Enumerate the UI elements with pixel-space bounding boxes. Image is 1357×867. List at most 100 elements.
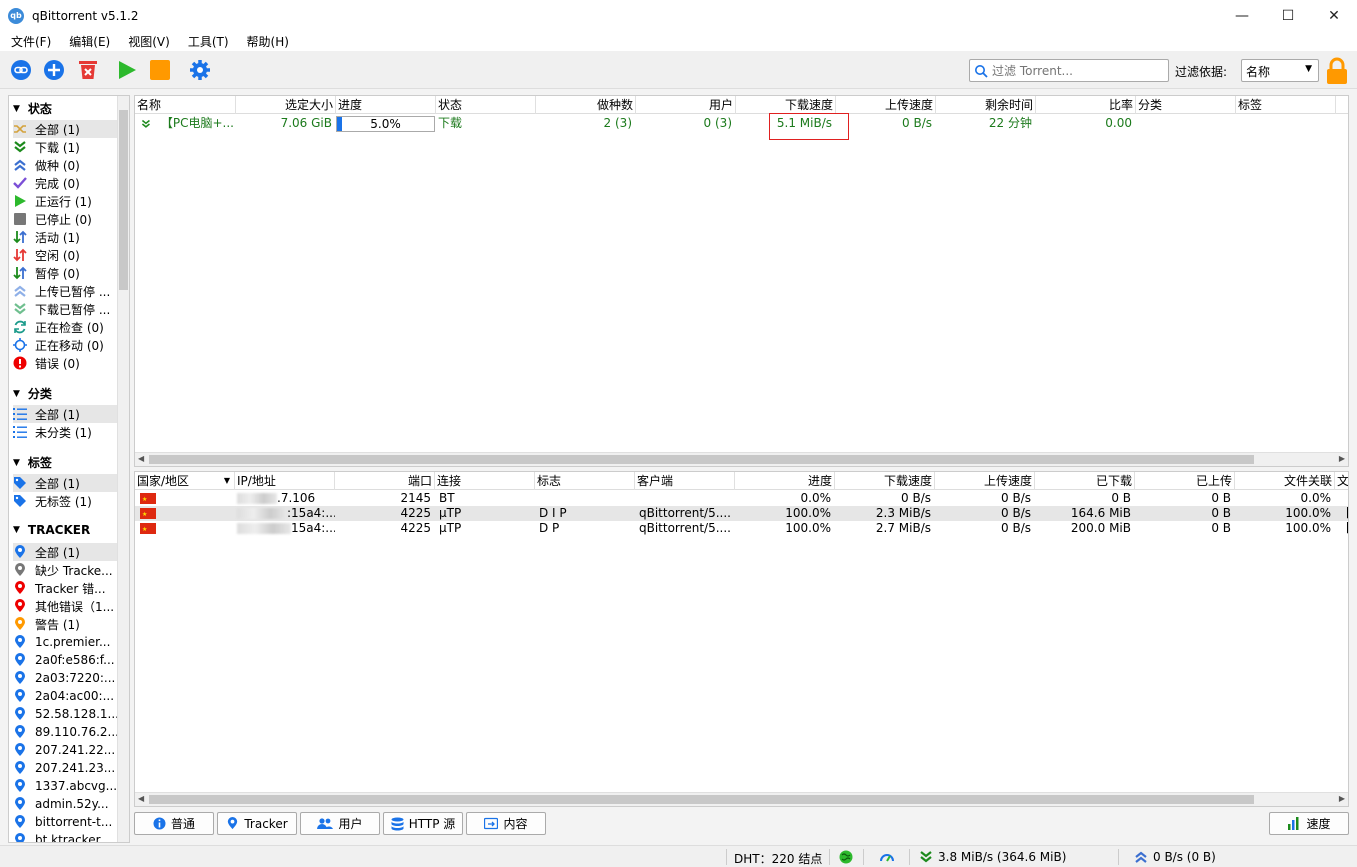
connection-status-icon[interactable]	[839, 850, 853, 864]
status-item-download-paused[interactable]: 下载已暂停 ...	[13, 300, 117, 318]
table-row[interactable]: 15a4:... 4225 µTP D P qBittorrent/5.... …	[135, 521, 1348, 536]
search-box[interactable]	[969, 59, 1169, 82]
delete-torrent-icon[interactable]	[77, 59, 99, 81]
tab-content[interactable]: 内容	[466, 812, 546, 835]
speed-button[interactable]: 速度	[1269, 812, 1349, 835]
settings-gear-icon[interactable]	[189, 59, 211, 81]
add-torrent-icon[interactable]	[43, 59, 65, 81]
status-item-seeding[interactable]: 做种 (0)	[13, 156, 117, 174]
column-header-connection[interactable]: 连接	[435, 472, 535, 490]
column-header-relevance[interactable]: 文件关联	[1235, 472, 1335, 490]
start-icon[interactable]	[116, 59, 138, 81]
tracker-item[interactable]: admin.52y...	[13, 795, 117, 813]
status-item-checking[interactable]: 正在检查 (0)	[13, 318, 117, 336]
horizontal-scrollbar[interactable]: ◀ ▶	[135, 792, 1348, 806]
status-item-all[interactable]: 全部 (1)	[13, 120, 117, 138]
tracker-item[interactable]: 89.110.76.2...	[13, 723, 117, 741]
download-speed-status[interactable]: 3.8 MiB/s (364.6 MiB)	[919, 850, 1066, 864]
scroll-left-icon[interactable]: ◀	[138, 454, 144, 463]
menu-view[interactable]: 视图(V)	[117, 33, 177, 50]
column-header-up-speed[interactable]: 上传速度	[935, 472, 1035, 490]
column-header-downloaded[interactable]: 已下载	[1035, 472, 1135, 490]
status-item-error[interactable]: 错误 (0)	[13, 354, 117, 372]
tracker-item[interactable]: Tracker 错...	[13, 579, 117, 597]
tracker-item[interactable]: 207.241.22...	[13, 741, 117, 759]
add-link-icon[interactable]	[10, 59, 32, 81]
tag-item-untagged[interactable]: 无标签 (1)	[13, 492, 117, 510]
maximize-button[interactable]: ☐	[1265, 0, 1311, 31]
status-item-moving[interactable]: 正在移动 (0)	[13, 336, 117, 354]
column-header-eta[interactable]: 剩余时间	[936, 96, 1036, 114]
lock-icon[interactable]	[1325, 57, 1349, 88]
tracker-item[interactable]: 警告 (1)	[13, 615, 117, 633]
tracker-item[interactable]: 其他错误（1...	[13, 597, 117, 615]
status-section-header[interactable]: ▼ 状态	[13, 100, 52, 117]
tracker-section-header[interactable]: ▼ TRACKER	[13, 523, 90, 537]
column-header-size[interactable]: 选定大小	[236, 96, 336, 114]
status-item-active[interactable]: 活动 (1)	[13, 228, 117, 246]
tracker-item[interactable]: 缺少 Tracke...	[13, 561, 117, 579]
tracker-item[interactable]: 2a03:7220:...	[13, 669, 117, 687]
column-header-files[interactable]: 文	[1335, 472, 1348, 490]
scroll-right-icon[interactable]: ▶	[1339, 454, 1345, 463]
table-row[interactable]: .7.106 2145 BT 0.0% 0 B/s 0 B/s 0 B 0 B …	[135, 491, 1348, 506]
category-item-uncategorized[interactable]: 未分类 (1)	[13, 423, 117, 441]
status-item-stopped[interactable]: 已停止 (0)	[13, 210, 117, 228]
menu-edit[interactable]: 编辑(E)	[58, 33, 117, 50]
sidebar-scrollbar[interactable]	[117, 96, 129, 842]
tab-http-sources[interactable]: HTTP 源	[383, 812, 463, 835]
alt-speed-icon[interactable]	[879, 850, 895, 864]
table-row[interactable]: 【PC电脑+... 7.06 GiB 5.0% 下载 2 (3) 0 (3) 5…	[135, 116, 1348, 132]
horizontal-scrollbar[interactable]: ◀ ▶	[135, 452, 1348, 466]
column-header-peers[interactable]: 用户	[636, 96, 736, 114]
menu-file[interactable]: 文件(F)	[0, 33, 58, 50]
table-row[interactable]: :15a4:... 4225 µTP D I P qBittorrent/5..…	[135, 506, 1348, 521]
search-input[interactable]	[992, 63, 1162, 78]
tab-general[interactable]: 普通	[134, 812, 214, 835]
column-header-flags[interactable]: 标志	[535, 472, 635, 490]
column-header-progress[interactable]: 进度	[336, 96, 436, 114]
tracker-item[interactable]: 207.241.23...	[13, 759, 117, 777]
close-button[interactable]: ✕	[1311, 0, 1357, 31]
tracker-item[interactable]: 2a0f:e586:f...	[13, 651, 117, 669]
status-item-downloading[interactable]: 下载 (1)	[13, 138, 117, 156]
column-header-ratio[interactable]: 比率	[1036, 96, 1136, 114]
minimize-button[interactable]: —	[1219, 0, 1265, 31]
status-item-paused[interactable]: 暂停 (0)	[13, 264, 117, 282]
scroll-left-icon[interactable]: ◀	[138, 794, 144, 803]
status-item-running[interactable]: 正运行 (1)	[13, 192, 117, 210]
status-item-inactive[interactable]: 空闲 (0)	[13, 246, 117, 264]
tracker-item[interactable]: 2a04:ac00:...	[13, 687, 117, 705]
tag-item-all[interactable]: 全部 (1)	[13, 474, 117, 492]
column-header-progress[interactable]: 进度	[735, 472, 835, 490]
column-header-port[interactable]: 端口	[335, 472, 435, 490]
column-header-name[interactable]: 名称	[135, 96, 236, 114]
tracker-item[interactable]: 1337.abcvg...	[13, 777, 117, 795]
tab-peers[interactable]: 用户	[300, 812, 380, 835]
column-header-dl-speed[interactable]: 下载速度	[835, 472, 935, 490]
column-header-client[interactable]: 客户端	[635, 472, 735, 490]
menu-tools[interactable]: 工具(T)	[177, 33, 236, 50]
tracker-item[interactable]: bt.ktracker...	[13, 831, 117, 842]
tag-section-header[interactable]: ▼ 标签	[13, 454, 52, 471]
stop-icon[interactable]	[149, 59, 171, 81]
column-header-seeds[interactable]: 做种数	[536, 96, 636, 114]
scroll-right-icon[interactable]: ▶	[1339, 794, 1345, 803]
tab-tracker[interactable]: Tracker	[217, 812, 297, 835]
column-header-status[interactable]: 状态	[436, 96, 536, 114]
column-header-tags[interactable]: 标签	[1236, 96, 1336, 114]
column-header-dl-speed[interactable]: 下载速度	[736, 96, 836, 114]
category-item-all[interactable]: 全部 (1)	[13, 405, 117, 423]
tracker-item[interactable]: 全部 (1)	[13, 543, 117, 561]
column-header-uploaded[interactable]: 已上传	[1135, 472, 1235, 490]
column-header-ip[interactable]: IP/地址	[235, 472, 335, 490]
upload-speed-status[interactable]: 0 B/s (0 B)	[1134, 850, 1216, 864]
tracker-item[interactable]: bittorrent-t...	[13, 813, 117, 831]
scrollbar-thumb[interactable]	[119, 110, 128, 290]
scrollbar-thumb[interactable]	[149, 455, 1254, 464]
column-header-up-speed[interactable]: 上传速度	[836, 96, 936, 114]
status-item-upload-paused[interactable]: 上传已暂停 ...	[13, 282, 117, 300]
category-section-header[interactable]: ▼ 分类	[13, 385, 52, 402]
tracker-item[interactable]: 52.58.128.1...	[13, 705, 117, 723]
filter-select[interactable]: 名称 ▼	[1241, 59, 1319, 82]
